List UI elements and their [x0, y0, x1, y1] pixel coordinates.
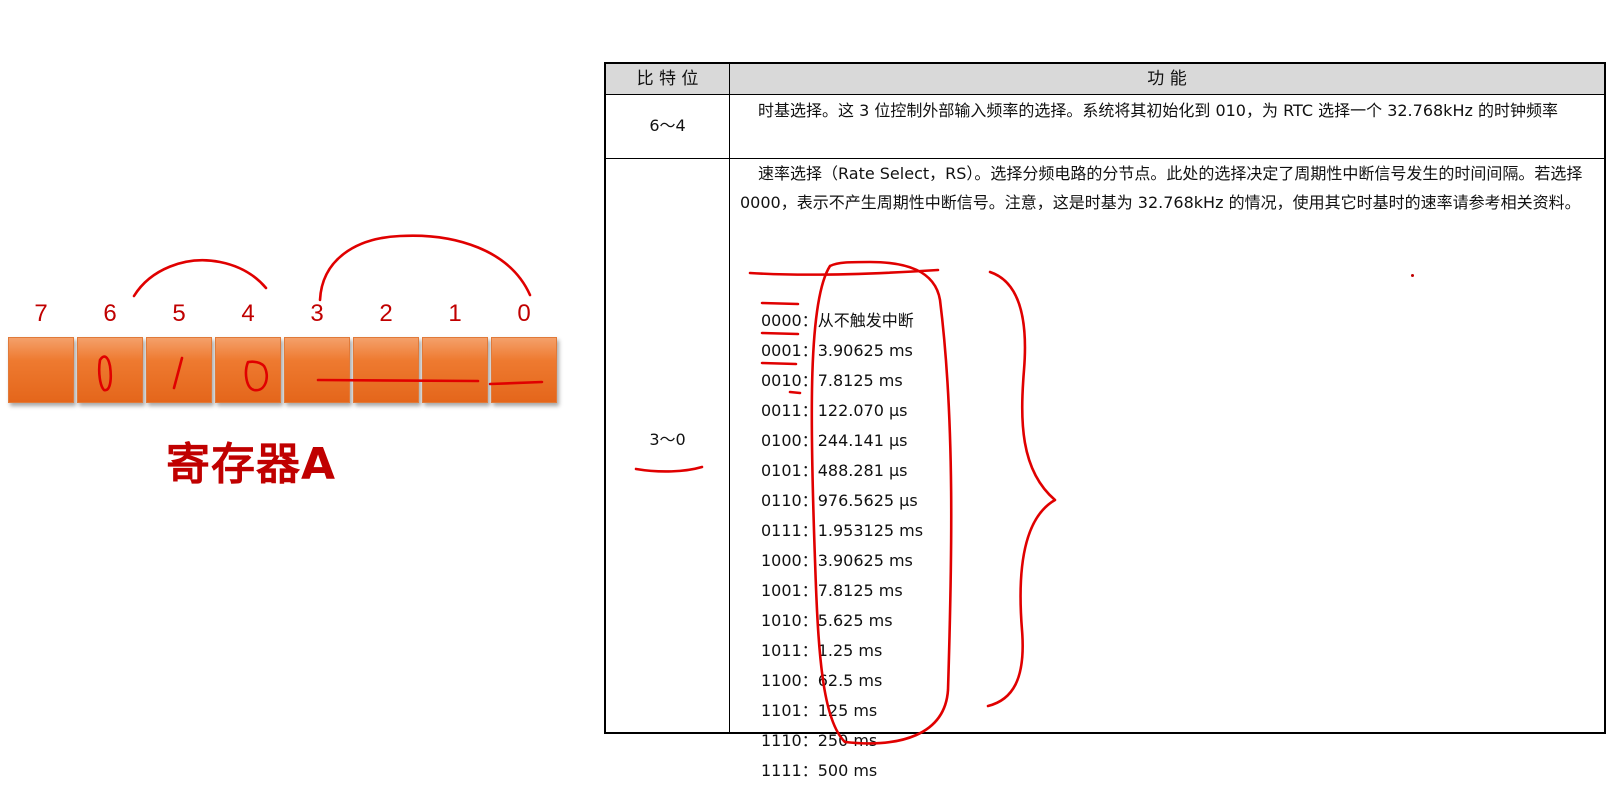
rate-item: 1010：5.625 ms: [761, 611, 893, 630]
bracket-arc-bits-3-0: [318, 234, 532, 302]
register-title: 寄存器A: [166, 439, 337, 490]
row-function-timebase: 时基选择。这 3 位控制外部输入频率的选择。系统将其初始化到 010，为 RTC…: [758, 101, 1558, 120]
bit-number-0: 0: [517, 300, 531, 327]
rate-item: 0110：976.5625 µs: [761, 491, 918, 510]
bit-cell-5: [146, 337, 212, 403]
bit-number-2: 2: [379, 300, 393, 327]
table-header: 比 特 位 功 能: [606, 64, 1604, 94]
bit-cell-3: [284, 337, 350, 403]
header-bits: 比 特 位: [636, 69, 699, 89]
bit-number-3: 3: [310, 300, 324, 327]
bit-number-6: 6: [103, 300, 117, 327]
bracket-arc-bits-6-4: [132, 258, 268, 298]
rate-item: 1101：125 ms: [761, 701, 878, 720]
bit-cell-4: [215, 337, 281, 403]
rate-item: 0000：从不触发中断: [761, 311, 914, 330]
bit-number-5: 5: [172, 300, 186, 327]
annotation-dot: [1411, 274, 1414, 277]
register-function-table: 比 特 位 功 能 6～4 时基选择。这 3 位控制外部输入频率的选择。系统将其…: [604, 62, 1606, 780]
rate-item: 0100：244.141 µs: [761, 431, 908, 450]
rate-item: 1100：62.5 ms: [761, 671, 883, 690]
row-function-rate-select: 速率选择（Rate Select，RS）。选择分频电路的分节点。此处的选择决定了…: [740, 164, 1583, 212]
bit-number-7: 7: [34, 300, 48, 327]
bit-cell-7: [8, 337, 74, 403]
header-function: 功 能: [1147, 69, 1187, 89]
bit-number-1: 1: [448, 300, 462, 327]
bit-cell-2: [353, 337, 419, 403]
bit-cell-6: [77, 337, 143, 403]
bit-cell-1: [422, 337, 488, 403]
rate-item: 1111：500 ms: [761, 761, 878, 780]
rate-list: 0000：从不触发中断 0001：3.90625 ms 0010：7.8125 …: [761, 306, 923, 786]
rate-item: 0001：3.90625 ms: [761, 341, 913, 360]
rate-item: 1011：1.25 ms: [761, 641, 883, 660]
column-divider: [729, 64, 730, 732]
rate-item: 0111：1.953125 ms: [761, 521, 924, 540]
row-bits-3-0: 3～0: [649, 430, 686, 449]
rate-item: 0011：122.070 µs: [761, 401, 908, 420]
row-bits-6-4: 6～4: [649, 116, 686, 135]
row-divider: [606, 94, 1604, 95]
rate-item: 1110：250 ms: [761, 731, 878, 750]
bit-cell-0: [491, 337, 557, 403]
register-a-diagram: 7 6 5 4 3 2 1 0: [8, 300, 560, 410]
rate-item: 1000：3.90625 ms: [761, 551, 913, 570]
rate-item: 1001：7.8125 ms: [761, 581, 903, 600]
rate-item: 0010：7.8125 ms: [761, 371, 903, 390]
bit-number-4: 4: [241, 300, 255, 327]
rate-item: 0101：488.281 µs: [761, 461, 908, 480]
